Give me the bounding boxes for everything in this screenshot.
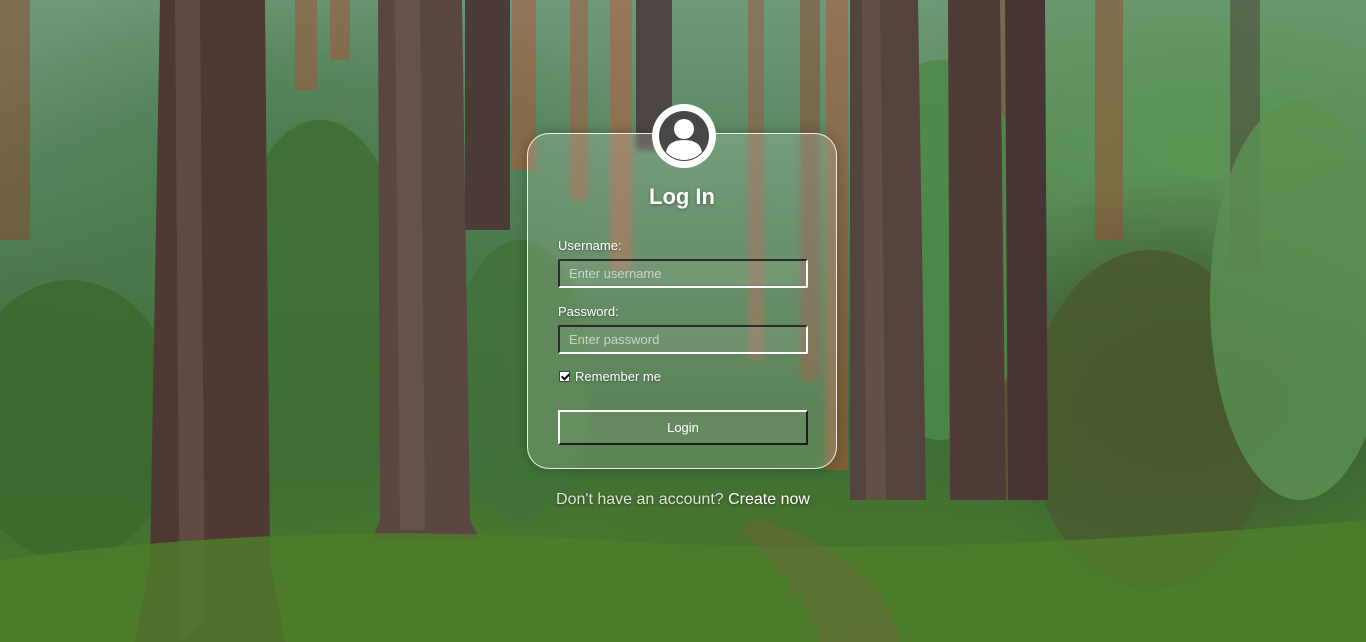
- login-title: Log In: [649, 184, 715, 209]
- login-card: Log In Username: Password: Remember me L…: [527, 104, 837, 469]
- remember-me-checkbox[interactable]: [559, 371, 570, 382]
- forest-background: Log In Username: Password: Remember me L…: [0, 0, 1366, 642]
- user-avatar-icon: [652, 104, 716, 168]
- login-button[interactable]: Login: [558, 410, 808, 445]
- password-input[interactable]: [558, 325, 808, 354]
- signup-prompt: Don't have an account?: [556, 491, 724, 508]
- signup-prompt-line: Don't have an account? Create now: [0, 491, 1366, 509]
- remember-me-label: Remember me: [575, 369, 661, 384]
- password-label: Password:: [558, 304, 619, 319]
- remember-me-row: Remember me: [558, 369, 661, 384]
- username-label: Username:: [558, 238, 622, 253]
- username-input[interactable]: [558, 259, 808, 288]
- create-account-link[interactable]: Create now: [728, 491, 810, 508]
